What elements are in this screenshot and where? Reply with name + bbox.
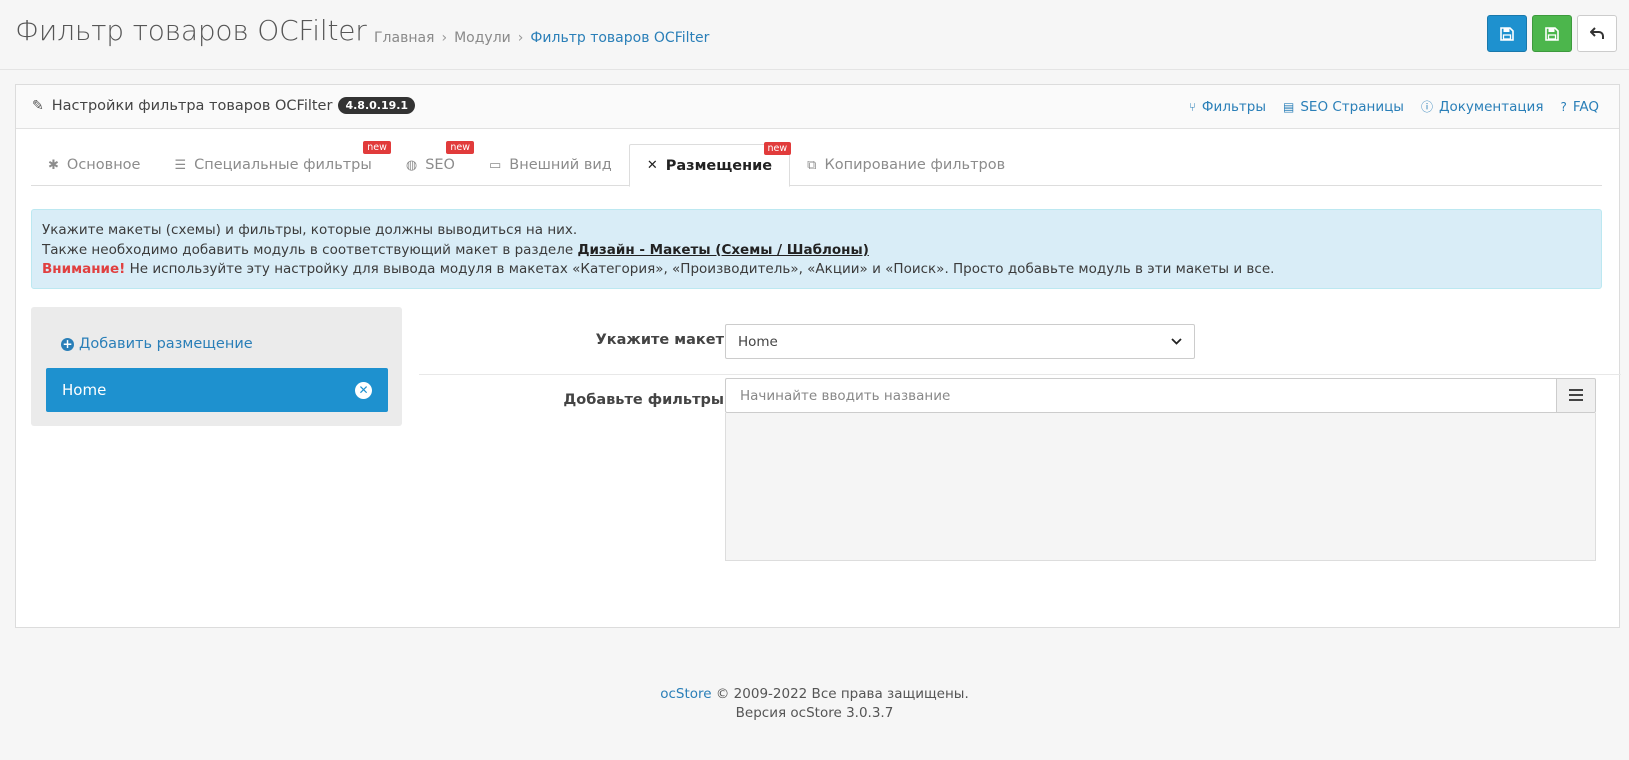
warning-label: Внимание!	[42, 261, 126, 277]
panel-title: ✎ Настройки фильтра товаров OCFilter 4.8…	[32, 97, 416, 114]
tab-label: SEO	[425, 157, 455, 173]
filters-row: Добавьте фильтры Начинайте вводить назва…	[419, 375, 1621, 585]
link-filters[interactable]: ⑂ Фильтры	[1189, 98, 1266, 115]
warning-text: Не используйте эту настройку для вывода …	[125, 261, 1275, 277]
save-button[interactable]	[1487, 15, 1527, 52]
sliders-icon: ☰	[174, 157, 187, 173]
tab-general[interactable]: ✱ Основное	[31, 144, 157, 186]
link-documentation[interactable]: ⓘ Документация	[1421, 98, 1544, 115]
save-icon	[1500, 26, 1514, 41]
header-buttons	[1487, 15, 1617, 52]
layout-select-value: Home	[738, 333, 778, 350]
footer: ocStore © 2009-2022 Все права защищены. …	[0, 685, 1629, 723]
link-filters-label: Фильтры	[1201, 98, 1266, 115]
alert-line-2: Также необходимо добавить модуль в соотв…	[42, 241, 1591, 261]
filters-label: Добавьте фильтры	[563, 392, 724, 408]
design-layouts-link[interactable]: Дизайн - Макеты (Схемы / Шаблоны)	[577, 242, 868, 258]
tab-seo[interactable]: ◍ SEO new	[389, 141, 474, 186]
tab-placement[interactable]: ✕ Размещение new	[628, 142, 792, 187]
page-header: Фильтр товаров OCFilter Главная › Модули…	[0, 0, 1629, 70]
layout-row: Укажите макет Home	[419, 310, 1621, 375]
add-placement-link[interactable]: + Добавить размещение	[61, 336, 253, 352]
tab-copy-filters[interactable]: ⧉ Копирование фильтров	[790, 144, 1022, 186]
ocstore-link[interactable]: ocStore	[660, 686, 711, 702]
filter-search-group: Начинайте вводить название	[725, 378, 1596, 413]
breadcrumb-modules[interactable]: Модули	[454, 30, 511, 46]
copyright-text: © 2009-2022 Все права защищены.	[711, 686, 969, 702]
panel-title-text: Настройки фильтра товаров OCFilter	[51, 97, 333, 114]
document-icon: ▤	[1283, 99, 1295, 114]
tabs: ✱ Основное ☰ Специальные фильтры new ◍ S…	[31, 141, 1602, 187]
tab-special-filters[interactable]: ☰ Специальные фильтры new	[157, 141, 391, 186]
plus-circle-icon: +	[61, 336, 74, 351]
undo-icon	[1589, 27, 1604, 39]
alert-line-1: Укажите макеты (схемы) и фильтры, которы…	[42, 222, 578, 238]
selected-filters-box	[725, 413, 1596, 561]
tab-label: Копирование фильтров	[824, 157, 1006, 173]
new-badge: new	[763, 142, 792, 155]
breadcrumb-current[interactable]: Фильтр товаров OCFilter	[530, 30, 709, 46]
add-placement-label: Добавить размещение	[79, 336, 253, 352]
filter-icon: ⑂	[1188, 99, 1196, 114]
footer-copyright: ocStore © 2009-2022 Все права защищены.	[0, 685, 1629, 704]
expand-arrows-icon: ✕	[646, 158, 658, 173]
footer-version: Версия ocStore 3.0.3.7	[735, 705, 894, 721]
alert-line-3: Внимание! Не используйте эту настройку д…	[42, 260, 1591, 280]
filter-list-button[interactable]	[1556, 378, 1596, 413]
breadcrumb-separator: ›	[517, 30, 524, 46]
breadcrumb: Главная › Модули › Фильтр товаров OCFilt…	[374, 30, 709, 46]
tab-label: Основное	[66, 157, 141, 173]
tab-label: Внешний вид	[509, 157, 612, 173]
layout-label: Укажите макет	[595, 332, 724, 348]
save-icon	[1545, 26, 1559, 41]
tab-appearance[interactable]: ▭ Внешний вид	[472, 144, 629, 186]
settings-panel: ✎ Настройки фильтра товаров OCFilter 4.8…	[15, 84, 1621, 628]
link-seo-pages[interactable]: ▤ SEO Страницы	[1283, 98, 1404, 115]
alert-line-2-text: Также необходимо добавить модуль в соотв…	[42, 241, 578, 258]
info-icon: ⓘ	[1420, 100, 1433, 114]
filter-search-input[interactable]: Начинайте вводить название	[725, 378, 1556, 413]
remove-circle-icon[interactable]: ✕	[355, 381, 372, 399]
link-faq-label: FAQ	[1572, 98, 1599, 115]
globe-icon: ◍	[405, 157, 418, 173]
link-faq[interactable]: ? FAQ	[1560, 98, 1599, 115]
placement-item[interactable]: Home ✕	[46, 368, 388, 412]
back-button[interactable]	[1577, 15, 1617, 52]
new-badge: new	[363, 141, 391, 154]
placement-item-label: Home	[62, 381, 107, 399]
panel-links: ⑂ Фильтры ▤ SEO Страницы ⓘ Документация ? FA…	[1189, 98, 1599, 115]
question-icon: ?	[1560, 99, 1567, 114]
pencil-icon: ✎	[32, 97, 44, 114]
info-alert: Укажите макеты (схемы) и фильтры, которы…	[31, 209, 1602, 289]
link-documentation-label: Документация	[1438, 98, 1544, 115]
new-badge: new	[446, 141, 474, 154]
placement-list: + Добавить размещение Home ✕	[31, 307, 402, 426]
list-icon	[1569, 386, 1583, 406]
breadcrumb-home[interactable]: Главная	[374, 30, 434, 46]
version-badge: 4.8.0.19.1	[338, 97, 416, 114]
asterisk-icon: ✱	[48, 157, 59, 173]
page-title: Фильтр товаров OCFilter	[15, 14, 367, 47]
save-and-stay-button[interactable]	[1532, 15, 1572, 52]
link-seo-pages-label: SEO Страницы	[1300, 98, 1404, 115]
monitor-icon: ▭	[488, 157, 502, 173]
chevron-down-icon	[1171, 335, 1182, 348]
panel-heading: ✎ Настройки фильтра товаров OCFilter 4.8…	[16, 85, 1619, 129]
breadcrumb-separator: ›	[441, 30, 448, 46]
layout-select[interactable]: Home	[725, 324, 1195, 359]
tab-label: Специальные фильтры	[194, 157, 372, 173]
copy-icon: ⧉	[807, 157, 817, 173]
tab-label: Размещение	[665, 157, 773, 174]
